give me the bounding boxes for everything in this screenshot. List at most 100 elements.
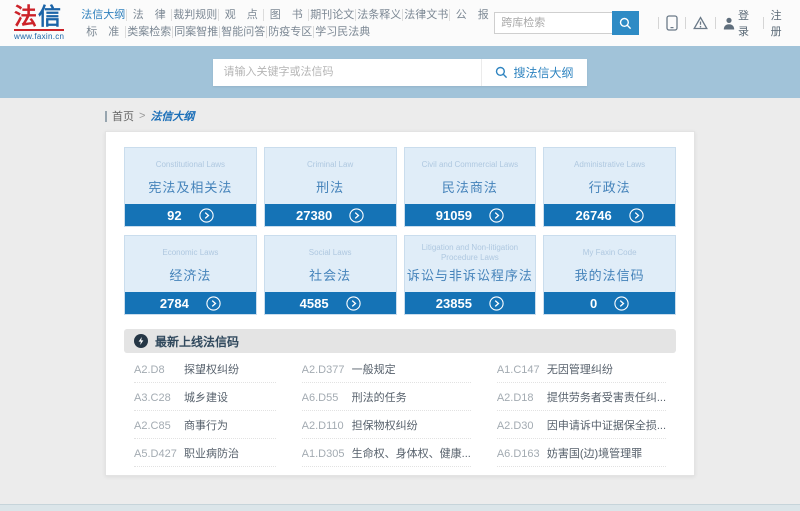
item-title: 担保物权纠纷 <box>351 420 418 432</box>
category-count-bar[interactable]: 23855 <box>404 292 536 314</box>
item-code: A2.D8 <box>134 364 165 376</box>
warning-icon[interactable] <box>693 16 708 30</box>
category-count-bar[interactable]: 4585 <box>264 292 396 314</box>
category-count-bar[interactable]: 0 <box>544 292 675 314</box>
nav-civil-code-study[interactable]: 学习民法典 <box>313 25 371 38</box>
outline-search-button[interactable]: 搜法信大纲 <box>481 58 587 86</box>
category-count: 26746 <box>575 207 612 223</box>
nav-journal-articles[interactable]: 期刊论文 <box>308 8 355 21</box>
nav-books[interactable]: 图 书 <box>263 8 308 21</box>
arrow-circle-icon <box>614 295 629 311</box>
divider <box>658 17 660 29</box>
main-nav: 法信大纲 法 律 裁判规则 观 点 图 书 期刊论文 法条释义 法律文书 公 报… <box>80 8 494 38</box>
item-title: 生命权、身体权、健康... <box>351 448 471 460</box>
nav-gazette[interactable]: 公 报 <box>449 8 494 21</box>
nav-faxin-outline[interactable]: 法信大纲 <box>80 9 126 21</box>
logo-char-fa: 法 <box>14 3 38 29</box>
outline-search-input[interactable] <box>213 58 482 86</box>
breadcrumb-current: 法信大纲 <box>150 111 195 123</box>
faxin-code-item[interactable]: A2.C85 商事行为 <box>134 411 276 439</box>
outline-search-button-label: 搜法信大纲 <box>513 65 574 80</box>
category-card-my-faxin-code[interactable]: My Faxin Code 我的法信码 0 <box>543 235 676 315</box>
arrow-circle-icon <box>489 295 504 311</box>
latest-column-2: A2.D377 一般规定 A6.D55 刑法的任务 A2.D110 担保物权纠纷 A1… <box>301 355 471 467</box>
nav-judgment-rules[interactable]: 裁判规则 <box>171 8 218 21</box>
arrow-circle-icon <box>629 207 644 223</box>
breadcrumb-home[interactable]: 首页 <box>112 108 134 124</box>
item-title: 一般规定 <box>351 364 396 376</box>
category-en-label: Administrative Laws <box>574 159 646 169</box>
nav-smart-qa[interactable]: 智能问答 <box>219 25 266 38</box>
item-code: A6.D163 <box>496 448 540 460</box>
faxin-code-item[interactable]: A3.C28 城乡建设 <box>134 383 276 411</box>
category-count: 23855 <box>435 295 472 311</box>
category-zh-label: 经济法 <box>169 268 212 283</box>
top-header: 法信 www.faxin.cn 法信大纲 法 律 裁判规则 观 点 图 书 期刊… <box>0 0 800 46</box>
site-logo[interactable]: 法信 www.faxin.cn <box>14 3 65 41</box>
faxin-code-item[interactable]: A2.D377 一般规定 <box>301 355 471 383</box>
nav-row-1: 法信大纲 法 律 裁判规则 观 点 图 书 期刊论文 法条释义 法律文书 公 报 <box>80 8 494 21</box>
nav-standards[interactable]: 标 准 <box>80 26 125 38</box>
category-count-bar[interactable]: 26746 <box>544 204 675 226</box>
faxin-code-item[interactable]: A6.D55 刑法的任务 <box>301 383 471 411</box>
login-link[interactable]: 登录 <box>723 7 756 39</box>
breadcrumb: 首页 > 法信大纲 <box>105 108 800 124</box>
category-count-bar[interactable]: 27380 <box>264 204 396 226</box>
divider <box>685 17 687 29</box>
item-code: A1.C147 <box>496 364 540 376</box>
content-panel: Constitutional Laws 宪法及相关法 92 Criminal L… <box>105 131 695 476</box>
mobile-app-icon[interactable] <box>666 15 678 31</box>
latest-column-1: A2.D8 探望权纠纷 A3.C28 城乡建设 A2.C85 商事行为 A5.D427… <box>134 355 276 467</box>
category-count: 0 <box>590 295 598 311</box>
category-card-constitutional[interactable]: Constitutional Laws 宪法及相关法 92 <box>124 147 257 227</box>
faxin-code-badge-icon <box>134 334 148 348</box>
nav-viewpoints[interactable]: 观 点 <box>218 8 263 21</box>
nav-article-interpretations[interactable]: 法条释义 <box>355 8 402 21</box>
item-code: A2.D18 <box>496 392 534 404</box>
faxin-code-item[interactable]: A2.D110 担保物权纠纷 <box>301 411 471 439</box>
nav-similar-case-search[interactable]: 类案检索 <box>125 25 172 38</box>
category-count-bar[interactable]: 91059 <box>404 204 536 226</box>
category-card-administrative[interactable]: Administrative Laws 行政法 26746 <box>543 147 676 227</box>
category-card-social[interactable]: Social Laws 社会法 4585 <box>263 235 397 315</box>
nav-same-case-recommend[interactable]: 同案智推 <box>172 25 219 38</box>
faxin-code-item[interactable]: A2.D30 因申请诉中证据保全损... <box>496 411 666 439</box>
latest-section-header: 最新上线法信码 <box>124 329 676 353</box>
faxin-code-item[interactable]: A2.D18 提供劳务者受害责任纠... <box>496 383 666 411</box>
category-zh-label: 社会法 <box>309 268 352 283</box>
category-zh-label: 诉讼与非诉讼程序法 <box>406 268 533 283</box>
category-card-criminal[interactable]: Criminal Law 刑法 27380 <box>263 147 397 227</box>
category-en-label: My Faxin Code <box>582 247 637 257</box>
arrow-circle-icon <box>345 295 361 311</box>
cross-db-search-input[interactable] <box>494 12 613 34</box>
user-icon <box>723 17 735 30</box>
faxin-code-item[interactable]: A5.D427 职业病防治 <box>134 439 276 467</box>
item-title: 无因管理纠纷 <box>546 364 613 376</box>
arrow-circle-icon <box>349 207 364 223</box>
faxin-code-item[interactable]: A2.D8 探望权纠纷 <box>134 355 276 383</box>
faxin-code-item[interactable]: A1.D305 生命权、身体权、健康... <box>301 439 471 467</box>
nav-law[interactable]: 法 律 <box>126 8 171 21</box>
faxin-code-item[interactable]: A6.D163 妨害国(边)境管理罪 <box>496 439 666 467</box>
divider <box>715 17 716 29</box>
outline-search: 搜法信大纲 <box>213 58 587 86</box>
category-card-procedure[interactable]: Litigation and Non-litigation Procedure … <box>403 235 537 315</box>
nav-epidemic-zone[interactable]: 防疫专区 <box>266 25 313 38</box>
category-count-bar[interactable]: 2784 <box>125 292 256 314</box>
item-title: 刑法的任务 <box>351 392 407 404</box>
nav-legal-documents[interactable]: 法律文书 <box>402 8 449 21</box>
register-link[interactable]: 注册 <box>771 7 790 39</box>
search-icon <box>619 17 632 30</box>
search-icon <box>495 66 508 79</box>
item-title: 城乡建设 <box>184 392 228 404</box>
category-card-civil-commercial[interactable]: Civil and Commercial Laws 民法商法 91059 <box>403 147 537 227</box>
arrow-circle-icon <box>198 207 214 223</box>
category-card-economic[interactable]: Economic Laws 经济法 2784 <box>124 235 257 315</box>
item-title: 商事行为 <box>184 420 228 432</box>
nav-row-2: 标 准 类案检索 同案智推 智能问答 防疫专区 学习民法典 <box>80 25 494 38</box>
faxin-code-item[interactable]: A1.C147 无因管理纠纷 <box>496 355 666 383</box>
category-count: 27380 <box>296 207 333 223</box>
category-zh-label: 民法商法 <box>441 180 498 195</box>
cross-db-search-button[interactable] <box>612 11 640 35</box>
category-count-bar[interactable]: 92 <box>125 204 256 226</box>
